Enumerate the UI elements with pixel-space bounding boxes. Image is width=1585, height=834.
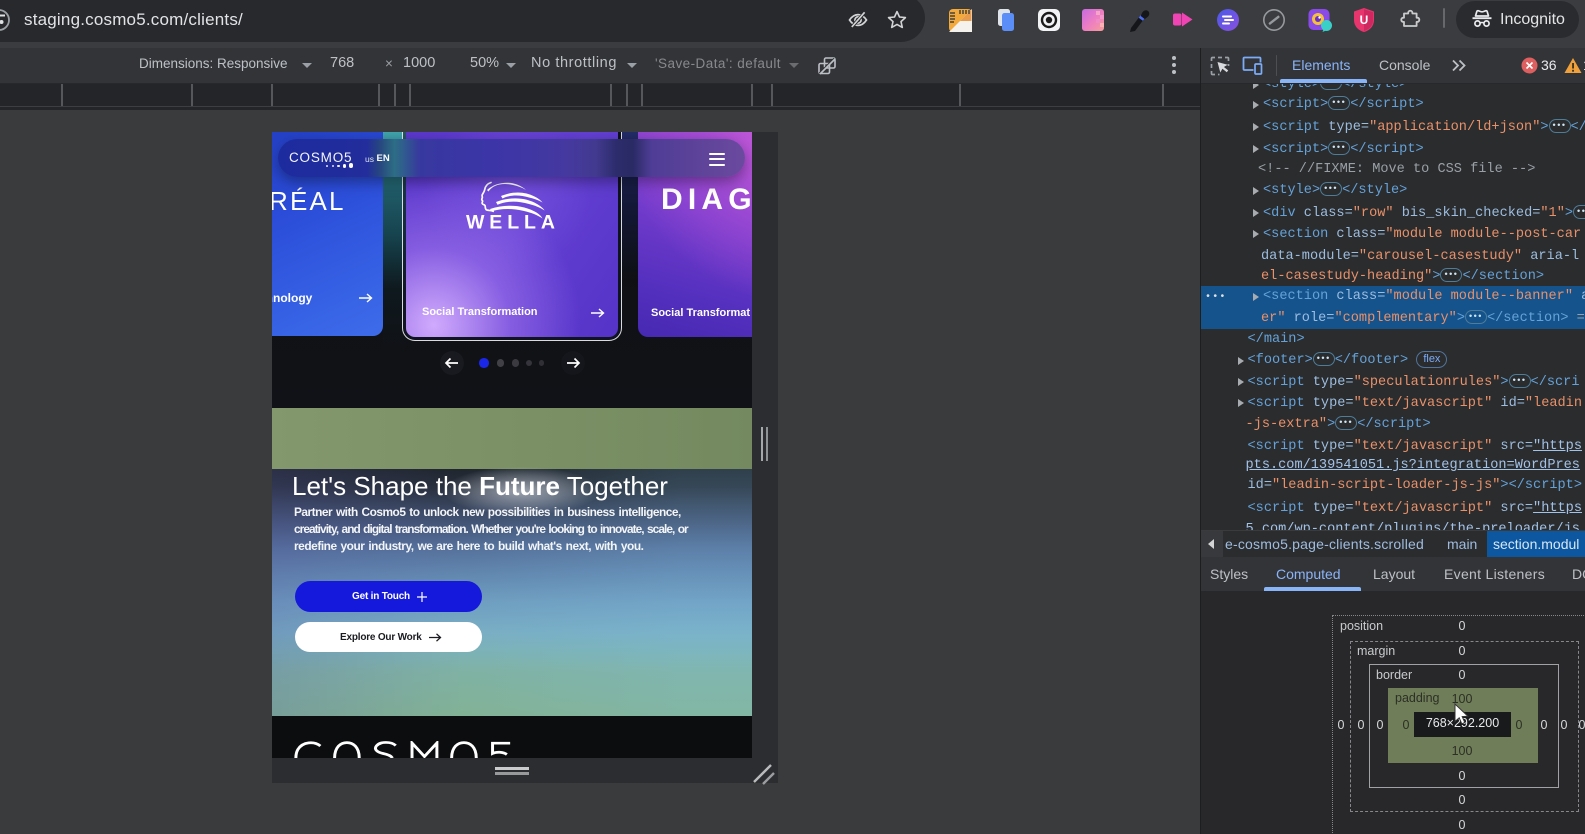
svg-text:WELLA: WELLA (466, 212, 558, 234)
svg-text:U: U (1360, 13, 1369, 27)
